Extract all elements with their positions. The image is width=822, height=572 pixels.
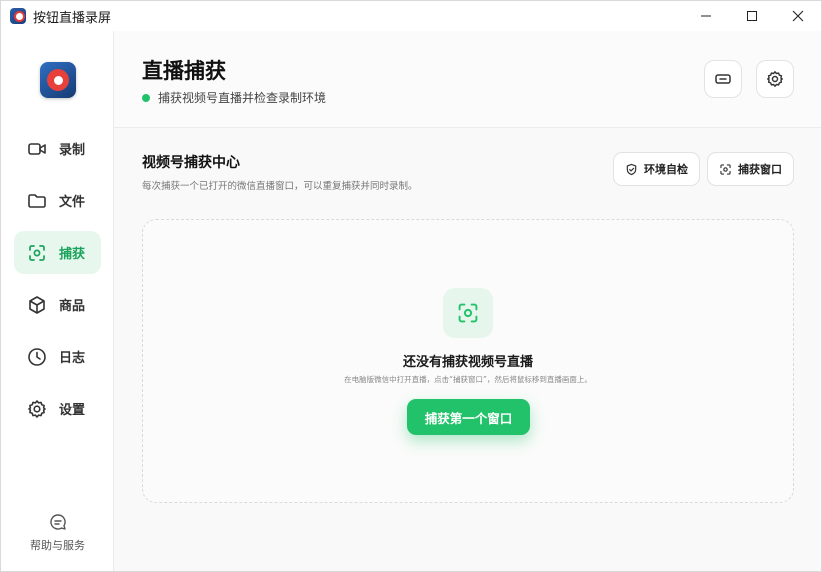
status-dot bbox=[142, 93, 150, 102]
sidebar-item-label: 捕获 bbox=[59, 247, 86, 262]
capture-icon bbox=[29, 244, 45, 261]
empty-capture-area: 还没有捕获视频号直播 在电脑版微信中打开直播，点击“捕获窗口”，然后将鼠标移到直… bbox=[142, 219, 794, 503]
chat-bubble-icon bbox=[49, 514, 66, 530]
folder-icon bbox=[28, 193, 46, 208]
help-label: 帮助与服务 bbox=[30, 539, 85, 552]
capture-icon bbox=[720, 163, 731, 175]
main-content: 直播捕获 捕获视频号直播并检查录制环境 视频号捕获中心 每次捕获一个已打开的微信… bbox=[114, 31, 821, 571]
maximize-button[interactable] bbox=[729, 1, 775, 31]
device-icon bbox=[715, 74, 731, 84]
capture-window-button[interactable]: 捕获窗口 bbox=[707, 152, 794, 186]
page-header: 直播捕获 捕获视频号直播并检查录制环境 bbox=[114, 31, 821, 128]
status-line: 捕获视频号直播并检查录制环境 bbox=[142, 89, 326, 106]
empty-state-icon bbox=[443, 288, 493, 338]
section-subtitle: 每次捕获一个已打开的微信直播窗口，可以重复捕获并同时录制。 bbox=[142, 181, 418, 192]
page-title: 直播捕获 bbox=[142, 59, 226, 83]
app-logo bbox=[40, 62, 76, 98]
empty-state-hint: 在电脑版微信中打开直播，点击“捕获窗口”，然后将鼠标移到直播画面上。 bbox=[344, 375, 592, 384]
box-icon bbox=[29, 295, 45, 314]
sidebar-item-label: 录制 bbox=[59, 143, 86, 158]
clock-icon bbox=[28, 347, 46, 366]
sidebar-item-products[interactable]: 商品 bbox=[14, 283, 101, 326]
sidebar-item-logs[interactable]: 日志 bbox=[14, 335, 101, 378]
gear-icon bbox=[767, 71, 783, 87]
maximize-icon bbox=[747, 11, 757, 21]
video-camera-icon bbox=[28, 142, 46, 155]
sidebar-item-label: 设置 bbox=[59, 403, 86, 418]
sidebar-item-capture[interactable]: 捕获 bbox=[14, 231, 101, 274]
capture-window-label: 捕获窗口 bbox=[738, 163, 782, 176]
capture-first-window-button[interactable]: 捕获第一个窗口 bbox=[407, 399, 530, 435]
window-controls bbox=[683, 1, 821, 31]
sidebar: 录制 文件 捕获 商品 日志 设置 帮助与服务 bbox=[1, 31, 114, 571]
close-icon bbox=[792, 10, 804, 22]
sidebar-item-label: 文件 bbox=[59, 195, 86, 210]
app-icon bbox=[10, 8, 26, 24]
status-text: 捕获视频号直播并检查录制环境 bbox=[158, 91, 327, 105]
app-window: 按钮直播录屏 录制 文件 捕获 商品 日志 设置 帮助与服务 直播捕获 捕获视频… bbox=[0, 0, 822, 572]
header-settings-button[interactable] bbox=[756, 60, 794, 98]
sidebar-item-files[interactable]: 文件 bbox=[14, 179, 101, 222]
env-check-button[interactable]: 环境自检 bbox=[613, 152, 700, 186]
env-check-label: 环境自检 bbox=[644, 163, 688, 176]
capture-icon bbox=[458, 303, 478, 323]
empty-state-title: 还没有捕获视频号直播 bbox=[402, 355, 533, 370]
device-button[interactable] bbox=[704, 60, 742, 98]
gear-icon bbox=[28, 399, 46, 418]
shield-icon bbox=[626, 163, 637, 175]
title-bar[interactable]: 按钮直播录屏 bbox=[1, 1, 821, 31]
sidebar-item-label: 日志 bbox=[59, 351, 86, 366]
window-title: 按钮直播录屏 bbox=[33, 10, 112, 26]
minimize-icon bbox=[701, 15, 711, 17]
close-button[interactable] bbox=[775, 1, 821, 31]
sidebar-nav: 录制 文件 捕获 商品 日志 设置 bbox=[14, 127, 101, 439]
minimize-button[interactable] bbox=[683, 1, 729, 31]
help-and-service[interactable]: 帮助与服务 bbox=[1, 513, 114, 553]
section-title: 视频号捕获中心 bbox=[142, 155, 240, 171]
sidebar-item-label: 商品 bbox=[59, 299, 86, 314]
sidebar-item-record[interactable]: 录制 bbox=[14, 127, 101, 170]
sidebar-item-settings[interactable]: 设置 bbox=[14, 387, 101, 430]
